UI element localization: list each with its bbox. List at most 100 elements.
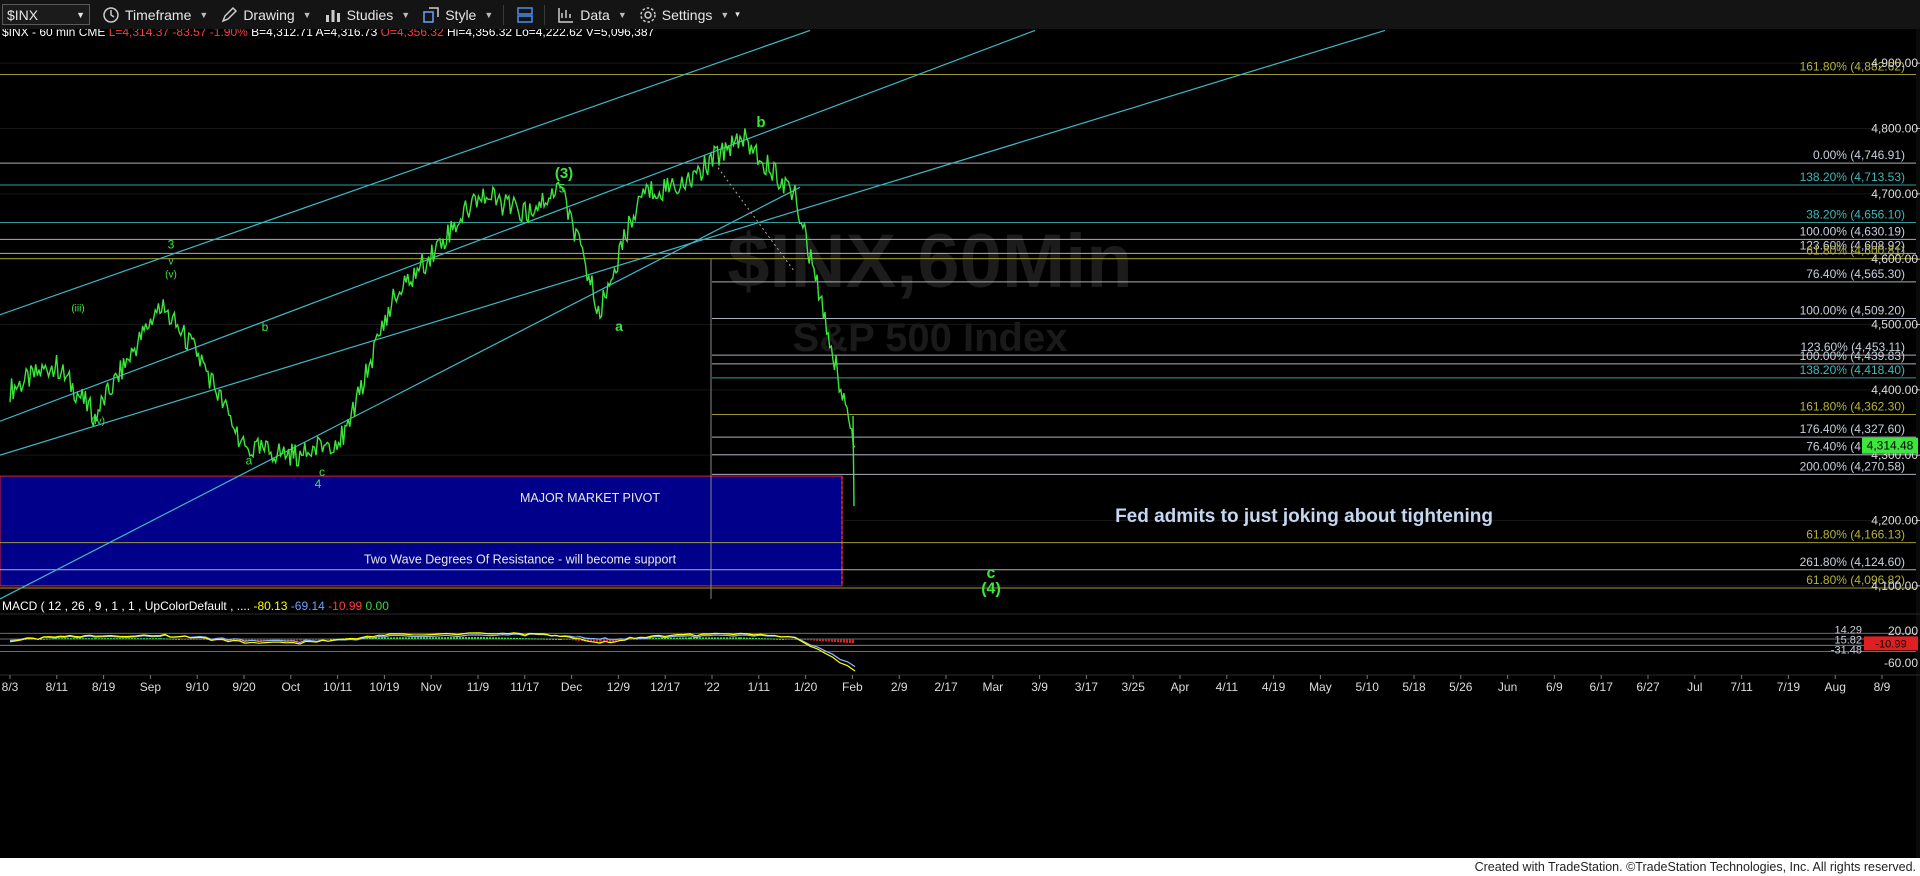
macd-histogram-bar (178, 638, 180, 640)
header-value: $INX - 60 min CME (2, 29, 105, 39)
macd-histogram-bar (699, 637, 701, 639)
studies-button[interactable]: Studies ▼ (324, 6, 410, 24)
macd-histogram-bar (140, 638, 142, 640)
header-value: -83.57 (169, 29, 207, 39)
symbol-input[interactable]: $INX ▼ (2, 4, 90, 25)
chart-annotation: Fed admits to just joking about tighteni… (1115, 506, 1493, 527)
macd-histogram-bar (296, 639, 298, 641)
macd-histogram-bar (834, 639, 836, 642)
wave-label: a (246, 453, 253, 467)
macd-histogram-bar (546, 638, 548, 640)
macd-histogram-bar (837, 639, 839, 643)
macd-histogram-bar (711, 637, 713, 639)
macd-histogram-bar (101, 638, 103, 640)
macd-histogram-bar (414, 637, 416, 639)
macd-histogram-bar (804, 639, 806, 640)
wave-label: b (262, 320, 269, 334)
header-value: B=4,312.71 (248, 29, 313, 39)
macd-histogram-bar (563, 639, 565, 640)
macd-histogram-bar (381, 637, 383, 639)
studies-icon (324, 6, 342, 24)
toolbar-divider (503, 4, 505, 25)
time-tick-label: 11/9 (467, 680, 490, 694)
macd-histogram-bar (459, 637, 461, 639)
timeframe-button[interactable]: Timeframe ▼ (102, 6, 208, 24)
macd-histogram-bar (396, 637, 398, 639)
price-chart[interactable]: $INX,60Min S&P 500 Index MAJOR MARKET PIVO… (0, 25, 1920, 861)
macd-histogram-bar (729, 637, 731, 639)
wave-label: 4 (315, 477, 322, 491)
toolbar-overflow-button[interactable]: ▾ (735, 9, 740, 20)
time-tick-label: 12/17 (650, 680, 680, 694)
macd-histogram-bar (788, 639, 790, 640)
macd-histogram-bar (73, 638, 75, 640)
macd-histogram-bar (813, 639, 815, 641)
data-chart-icon (557, 6, 575, 24)
macd-histogram-bar (670, 637, 672, 639)
settings-button[interactable]: Settings ▼ (639, 6, 729, 24)
macd-histogram-bar (134, 638, 136, 640)
macd-histogram-bar (149, 638, 151, 640)
chart-area[interactable]: $INX,60Min S&P 500 Index MAJOR MARKET PIVO… (0, 25, 1920, 861)
time-tick-label: 4/11 (1216, 680, 1239, 694)
macd-histogram-bar (187, 639, 189, 640)
macd-histogram-bar (166, 638, 168, 640)
macd-histogram-bar (175, 638, 177, 640)
macd-histogram-bar (196, 639, 198, 640)
macd-histogram-bar (315, 639, 317, 640)
macd-histogram-bar (655, 637, 657, 639)
time-tick-label: 8/11 (46, 680, 69, 694)
layout-icon (516, 6, 534, 24)
style-button[interactable]: Style ▼ (422, 6, 493, 24)
macd-histogram-bar (82, 638, 84, 640)
fib-level-label: 100.00% (4,509.20) (1800, 303, 1905, 317)
macd-histogram-bar (79, 638, 81, 640)
time-tick-label: 9/20 (232, 680, 256, 694)
macd-histogram-bar (471, 637, 473, 639)
time-tick-label: Jul (1687, 680, 1702, 694)
macd-histogram-bar (378, 637, 380, 639)
macd-histogram-bar (116, 638, 118, 640)
macd-histogram-bar (122, 638, 124, 640)
drawing-button[interactable]: Drawing ▼ (220, 6, 312, 24)
macd-histogram-bar (682, 637, 684, 639)
macd-histogram-bar (152, 638, 154, 640)
macd-histogram-bar (791, 639, 793, 640)
chart-header-line: $INX - 60 min CME L=4,314.37 -83.57 -1.9… (2, 29, 655, 39)
macd-histogram-bar (318, 639, 320, 640)
macd-histogram-bar (752, 637, 754, 639)
macd-histogram-bar (203, 639, 205, 640)
layout-button[interactable] (516, 6, 534, 24)
toolbar-divider (544, 4, 546, 25)
price-tick-label: 4,100.00 (1871, 579, 1918, 593)
macd-histogram-bar (300, 639, 302, 641)
time-tick-label: 5/18 (1402, 680, 1426, 694)
macd-header-value: -69.14 (287, 599, 325, 613)
macd-histogram-bar (441, 637, 443, 639)
pivot-box-title: MAJOR MARKET PIVOT (520, 491, 660, 505)
macd-histogram-bar (726, 637, 728, 639)
macd-histogram-bar (516, 637, 518, 639)
data-button[interactable]: Data ▼ (557, 6, 627, 24)
pivot-box-subtitle: Two Wave Degrees Of Resistance - will be… (364, 553, 677, 567)
gear-icon (639, 6, 657, 24)
drawing-label: Drawing (243, 6, 295, 23)
macd-histogram-bar (131, 638, 133, 640)
chevron-down-icon[interactable]: ▼ (76, 10, 85, 20)
macd-histogram-bar (423, 637, 425, 639)
macd-histogram-bar (85, 638, 87, 640)
macd-histogram-bar (679, 637, 681, 639)
macd-histogram-bar (810, 639, 812, 641)
macd-histogram-bar (755, 637, 757, 639)
macd-histogram-bar (840, 639, 842, 643)
macd-histogram-bar (190, 639, 192, 640)
macd-histogram-bar (690, 637, 692, 639)
header-value: A=4,316.73 (313, 29, 378, 39)
macd-histogram-bar (555, 638, 557, 640)
price-tick-label: 4,200.00 (1871, 514, 1918, 528)
pencil-icon (220, 6, 238, 24)
macd-histogram-bar (327, 639, 329, 640)
fib-level-label: 61.80% (4,166.13) (1806, 528, 1905, 542)
macd-histogram-bar (107, 638, 109, 640)
macd-histogram-bar (779, 638, 781, 640)
